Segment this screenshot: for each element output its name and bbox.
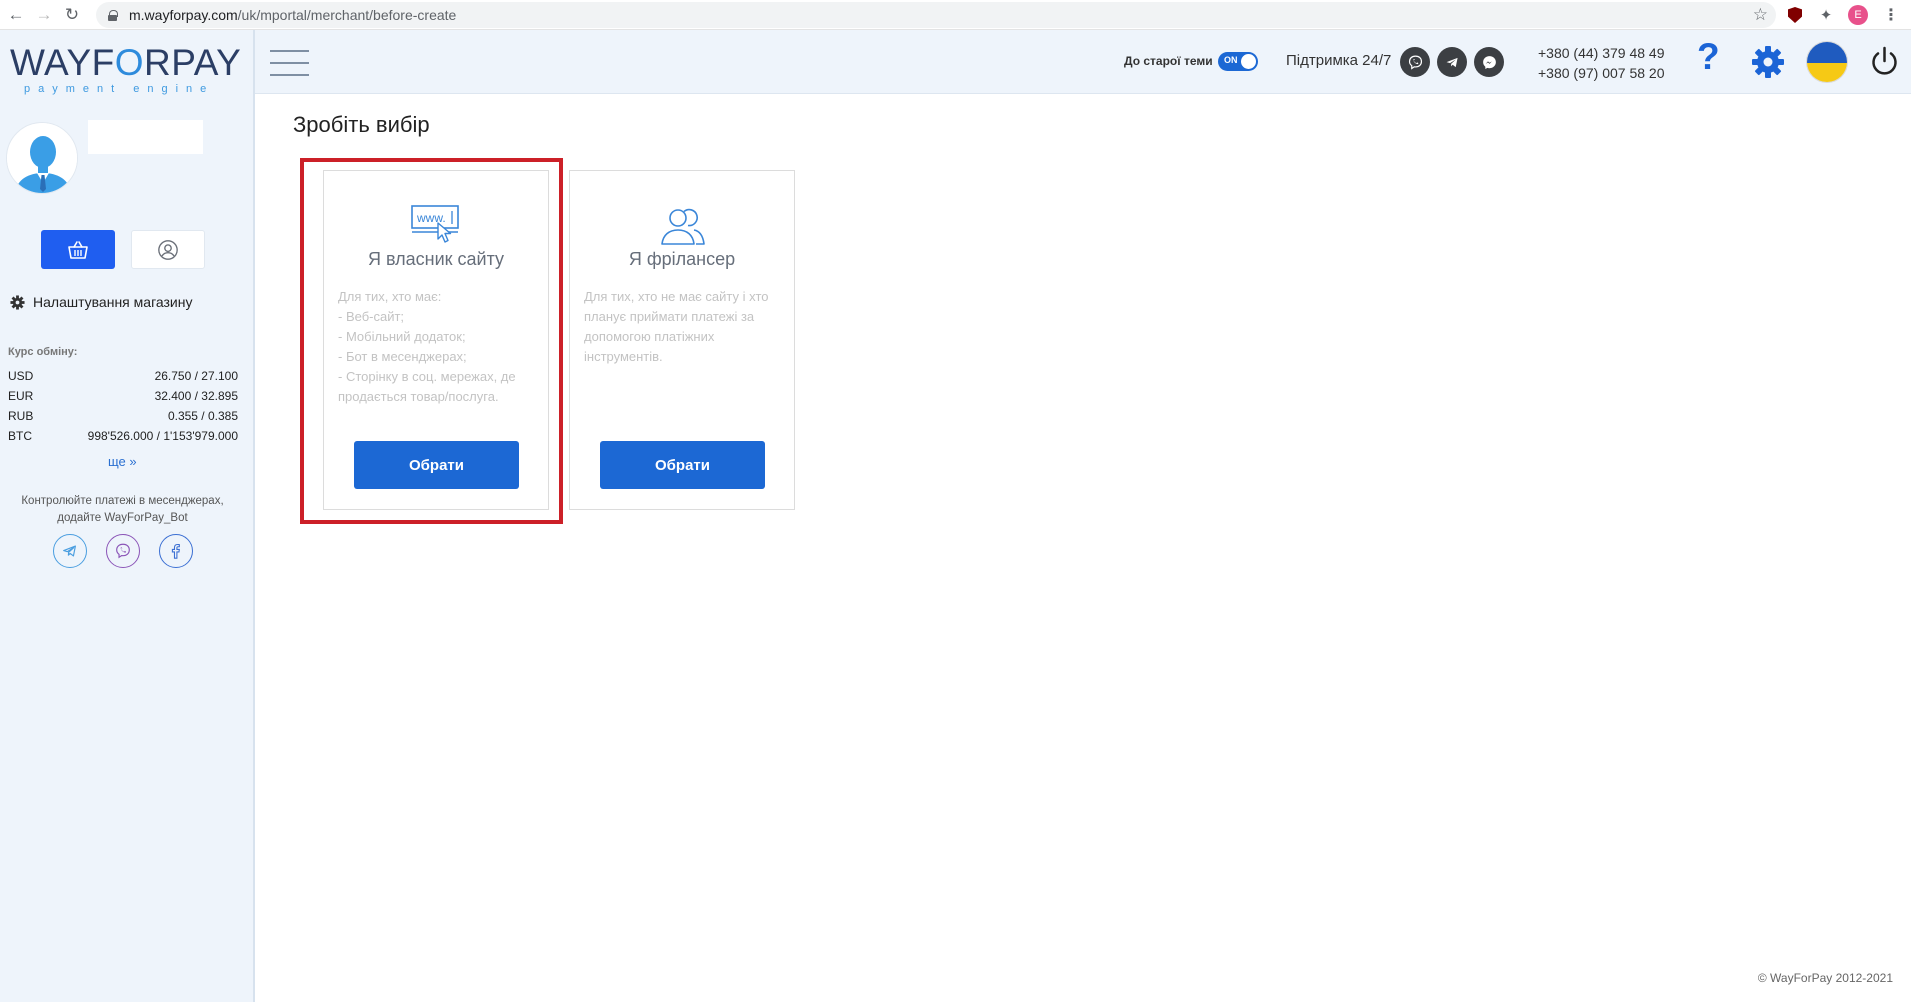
card-title: Я власник сайту	[367, 249, 505, 269]
telegram-bot-icon[interactable]	[53, 534, 87, 568]
hamburger-menu-icon[interactable]	[270, 50, 309, 76]
settings-gear-icon[interactable]	[1750, 44, 1786, 80]
forward-icon[interactable]: →	[32, 3, 56, 27]
rate-row: BTC 998'526.000 / 1'153'979.000	[8, 429, 238, 443]
bookmark-star-icon[interactable]: ☆	[1753, 5, 1768, 25]
basket-icon	[68, 240, 88, 259]
extensions-puzzle-icon[interactable]: ✦	[1815, 4, 1837, 26]
shop-button[interactable]	[41, 230, 115, 269]
copyright: © WayForPay 2012-2021	[1757, 971, 1893, 985]
svg-text:www.: www.	[416, 211, 446, 225]
freelancer-card[interactable]: Я фрілансер Для тих, хто не має сайту і …	[569, 170, 795, 510]
double-chevron-down-icon: »	[129, 454, 137, 469]
gear-icon	[10, 294, 25, 310]
exchange-rates-title: Курс обміну:	[8, 346, 78, 358]
sidebar: WAYFORPAY payment engine Налаштування ма…	[0, 30, 255, 1002]
old-theme-label: До старої теми	[1124, 54, 1213, 68]
card-description: Для тих, хто має: - Веб-сайт; - Мобільни…	[338, 289, 516, 404]
back-icon[interactable]: ←	[4, 3, 28, 27]
help-question-icon[interactable]: ?	[1697, 36, 1720, 78]
profile-avatar-icon[interactable]: E	[1847, 4, 1869, 26]
shop-settings-link[interactable]: Налаштування магазину	[10, 294, 192, 310]
users-icon	[656, 205, 710, 247]
choose-site-owner-button[interactable]: Обрати	[354, 441, 519, 489]
user-circle-icon	[158, 239, 178, 260]
url-text: m.wayforpay.com/uk/mportal/merchant/befo…	[129, 7, 457, 23]
reload-icon[interactable]: ↻	[60, 3, 84, 27]
old-theme-toggle[interactable]: ON	[1218, 52, 1258, 71]
page-title: Зробіть вибір	[293, 112, 430, 137]
facebook-bot-icon[interactable]	[159, 534, 193, 568]
card-description: Для тих, хто не має сайту і хто планує п…	[584, 289, 769, 364]
toggle-knob	[1241, 54, 1256, 69]
card-title: Я фрілансер	[628, 249, 736, 269]
site-owner-card[interactable]: www. Я власник сайту Для тих, хто має: -…	[323, 170, 549, 510]
more-rates-link[interactable]: ще »	[108, 454, 137, 469]
user-avatar	[6, 122, 78, 194]
phone-2[interactable]: +380 (97) 007 58 20	[1538, 63, 1665, 83]
support-label: Підтримка 24/7	[1286, 52, 1392, 69]
viber-icon[interactable]	[1400, 47, 1430, 77]
viber-bot-icon[interactable]	[106, 534, 140, 568]
exchange-rates-list: USD 26.750 / 27.100 EUR 32.400 / 32.895 RU…	[8, 366, 238, 446]
ukraine-flag-icon[interactable]	[1806, 41, 1848, 83]
bot-promo-text: Контролюйте платежі в месенджерах, додай…	[21, 495, 224, 524]
rate-row: USD 26.750 / 27.100	[8, 369, 238, 383]
rate-row: RUB 0.355 / 0.385	[8, 409, 238, 423]
phone-1[interactable]: +380 (44) 379 48 49	[1538, 43, 1665, 63]
toggle-label: ON	[1224, 55, 1238, 65]
messenger-icon[interactable]	[1474, 47, 1504, 77]
user-name-field	[88, 120, 203, 154]
top-header: До старої теми ON Підтримка 24/7 +380 (4…	[255, 30, 1911, 94]
support-phones: +380 (44) 379 48 49 +380 (97) 007 58 20	[1538, 43, 1665, 83]
browser-menu-icon[interactable]: ⋮	[1880, 4, 1902, 26]
wayforpay-logo[interactable]: WAYFORPAY payment engine	[10, 44, 241, 96]
shop-settings-label: Налаштування магазину	[33, 294, 193, 310]
choose-freelancer-button[interactable]: Обрати	[600, 441, 765, 489]
logout-power-icon[interactable]	[1868, 45, 1901, 78]
ublock-extension-icon[interactable]	[1784, 4, 1806, 26]
lock-icon	[108, 9, 118, 21]
browser-toolbar: ← → ↻ m.wayforpay.com/uk/mportal/merchan…	[0, 0, 1911, 30]
telegram-icon[interactable]	[1437, 47, 1467, 77]
rate-row: EUR 32.400 / 32.895	[8, 389, 238, 403]
address-bar[interactable]: m.wayforpay.com/uk/mportal/merchant/befo…	[96, 2, 1776, 28]
profile-button[interactable]	[131, 230, 205, 269]
www-cursor-icon: www.	[410, 205, 464, 247]
